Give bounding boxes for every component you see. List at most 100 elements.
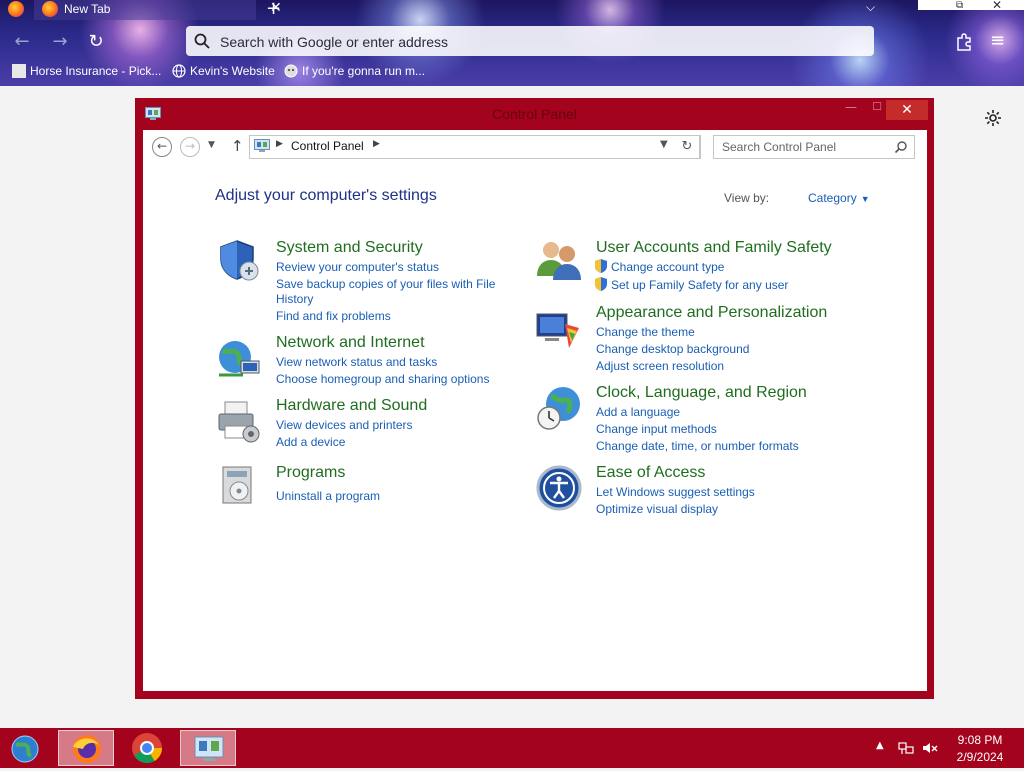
- control-panel-content: ← → ▼ ↑ ▶ Control Panel ▶ ▼ ↻ Search Con…: [143, 130, 927, 691]
- search-input[interactable]: Search Control Panel: [713, 135, 915, 159]
- view-by-label: View by:: [724, 191, 770, 205]
- bookmark-item[interactable]: Kevin's Website: [172, 64, 275, 82]
- category-network-and-internet[interactable]: Network and Internet: [276, 334, 425, 352]
- page-title: Adjust your computer's settings: [215, 187, 437, 204]
- taskbar-control-panel[interactable]: [180, 730, 236, 766]
- network-globe-icon[interactable]: [215, 335, 263, 383]
- link-devices-printers[interactable]: View devices and printers: [276, 417, 413, 433]
- bookmark-item[interactable]: If you're gonna run m...: [284, 64, 425, 82]
- tab-strip: New Tab ✕ + ⌵ ⧉ ✕: [0, 0, 1024, 20]
- ease-of-access-icon[interactable]: [535, 464, 583, 512]
- link-add-device[interactable]: Add a device: [276, 434, 345, 450]
- clock-globe-icon[interactable]: [535, 384, 583, 432]
- chevron-down-icon[interactable]: ⌵: [866, 0, 875, 15]
- new-tab-plus-icon[interactable]: +: [266, 0, 281, 19]
- window-controls: [918, 0, 1024, 10]
- category-ease-of-access[interactable]: Ease of Access: [596, 464, 705, 482]
- breadcrumb-separator-icon[interactable]: ▶: [276, 139, 283, 149]
- horse-favicon-icon: [12, 64, 26, 78]
- firefox-view-icon[interactable]: [8, 1, 24, 17]
- firefox-icon: [73, 735, 101, 763]
- link-add-language[interactable]: Add a language: [596, 404, 680, 420]
- link-optimize-visual-display[interactable]: Optimize visual display: [596, 501, 718, 517]
- close-icon[interactable]: ✕: [992, 0, 1002, 12]
- hamburger-menu-icon[interactable]: ≡: [990, 32, 1010, 52]
- browser-chrome: New Tab ✕ + ⌵ ⧉ ✕ ← → ↻ Search with Goog…: [0, 0, 1024, 86]
- forward-arrow-icon[interactable]: →: [48, 30, 72, 54]
- control-panel-icon: [254, 139, 270, 152]
- window-title: Control Panel: [492, 106, 577, 122]
- programs-box-icon[interactable]: [215, 461, 263, 509]
- maximize-icon[interactable]: ☐: [867, 100, 887, 118]
- close-button[interactable]: ✕: [886, 100, 928, 120]
- forward-arrow-icon[interactable]: →: [180, 137, 200, 157]
- search-icon[interactable]: [894, 140, 908, 154]
- category-system-and-security[interactable]: System and Security: [276, 239, 423, 257]
- link-review-status[interactable]: Review your computer's status: [276, 259, 439, 275]
- link-desktop-background[interactable]: Change desktop background: [596, 341, 749, 357]
- gear-icon[interactable]: [983, 108, 1003, 128]
- taskbar: ▲ 9:08 PM 2/9/2024: [0, 728, 1024, 768]
- globe-icon: [172, 64, 186, 78]
- category-appearance[interactable]: Appearance and Personalization: [596, 304, 827, 322]
- chevron-down-icon[interactable]: ▼: [660, 139, 668, 150]
- link-find-fix-problems[interactable]: Find and fix problems: [276, 308, 391, 324]
- taskbar-chrome[interactable]: [119, 730, 175, 766]
- url-bar[interactable]: Search with Google or enter address: [186, 26, 874, 56]
- navigation-toolbar: ← → ↻ Search with Google or enter addres…: [0, 24, 1024, 60]
- link-change-account-type[interactable]: Change account type: [595, 259, 724, 275]
- volume-muted-icon[interactable]: [922, 740, 938, 756]
- uac-shield-icon: [595, 277, 607, 291]
- back-arrow-icon[interactable]: ←: [10, 30, 34, 54]
- restore-icon[interactable]: ⧉: [956, 0, 968, 11]
- view-by-dropdown[interactable]: Category ▼: [808, 191, 870, 205]
- tab-new-tab[interactable]: New Tab ✕: [34, 0, 282, 20]
- link-change-theme[interactable]: Change the theme: [596, 324, 695, 340]
- firefox-icon: [42, 1, 58, 17]
- search-placeholder: Search Control Panel: [722, 140, 837, 154]
- refresh-icon[interactable]: ↻: [675, 135, 700, 159]
- up-arrow-icon[interactable]: ↑: [231, 137, 244, 155]
- link-screen-resolution[interactable]: Adjust screen resolution: [596, 358, 724, 374]
- face-favicon-icon: [284, 64, 298, 78]
- address-bar[interactable]: ▶ Control Panel ▶ ▼: [249, 135, 701, 159]
- taskbar-firefox[interactable]: [58, 730, 114, 766]
- chrome-icon: [132, 733, 162, 764]
- control-panel-icon: [194, 736, 224, 761]
- link-network-status[interactable]: View network status and tasks: [276, 354, 437, 370]
- user-accounts-icon[interactable]: [535, 236, 583, 284]
- breadcrumb[interactable]: Control Panel: [291, 139, 364, 153]
- clock-time[interactable]: 9:08 PM: [940, 733, 1020, 747]
- minimize-icon[interactable]: —: [841, 100, 861, 118]
- network-icon[interactable]: [898, 740, 914, 756]
- category-hardware-and-sound[interactable]: Hardware and Sound: [276, 397, 427, 415]
- clock-date[interactable]: 2/9/2024: [940, 750, 1020, 764]
- bookmarks-toolbar: Horse Insurance - Pick... Kevin's Websit…: [0, 62, 1024, 84]
- category-clock-language-region[interactable]: Clock, Language, and Region: [596, 384, 807, 402]
- tab-title: New Tab: [64, 2, 111, 16]
- category-user-accounts[interactable]: User Accounts and Family Safety: [596, 239, 832, 257]
- uac-shield-icon: [595, 259, 607, 273]
- link-uninstall-program[interactable]: Uninstall a program: [276, 488, 380, 504]
- category-programs[interactable]: Programs: [276, 464, 345, 482]
- security-shield-icon[interactable]: [215, 237, 263, 285]
- search-icon: [194, 33, 210, 49]
- link-homegroup[interactable]: Choose homegroup and sharing options: [276, 371, 489, 387]
- link-input-methods[interactable]: Change input methods: [596, 421, 717, 437]
- link-save-backup-history[interactable]: History: [276, 291, 313, 307]
- recent-locations-chevron-icon[interactable]: ▼: [208, 140, 215, 150]
- link-date-time-formats[interactable]: Change date, time, or number formats: [596, 438, 799, 454]
- chevron-up-icon[interactable]: ▲: [876, 740, 884, 751]
- link-windows-suggest-settings[interactable]: Let Windows suggest settings: [596, 484, 755, 500]
- url-placeholder: Search with Google or enter address: [220, 34, 449, 50]
- start-globe-icon[interactable]: [10, 734, 40, 764]
- back-arrow-icon[interactable]: ←: [152, 137, 172, 157]
- link-save-backup[interactable]: Save backup copies of your files with Fi…: [276, 276, 495, 292]
- appearance-monitor-icon[interactable]: [535, 306, 583, 354]
- breadcrumb-separator-icon[interactable]: ▶: [373, 139, 380, 149]
- extensions-puzzle-icon[interactable]: [954, 32, 974, 52]
- bookmark-item[interactable]: Horse Insurance - Pick...: [12, 64, 161, 82]
- link-family-safety[interactable]: Set up Family Safety for any user: [595, 277, 788, 293]
- printer-icon[interactable]: [215, 398, 263, 446]
- reload-icon[interactable]: ↻: [84, 30, 108, 54]
